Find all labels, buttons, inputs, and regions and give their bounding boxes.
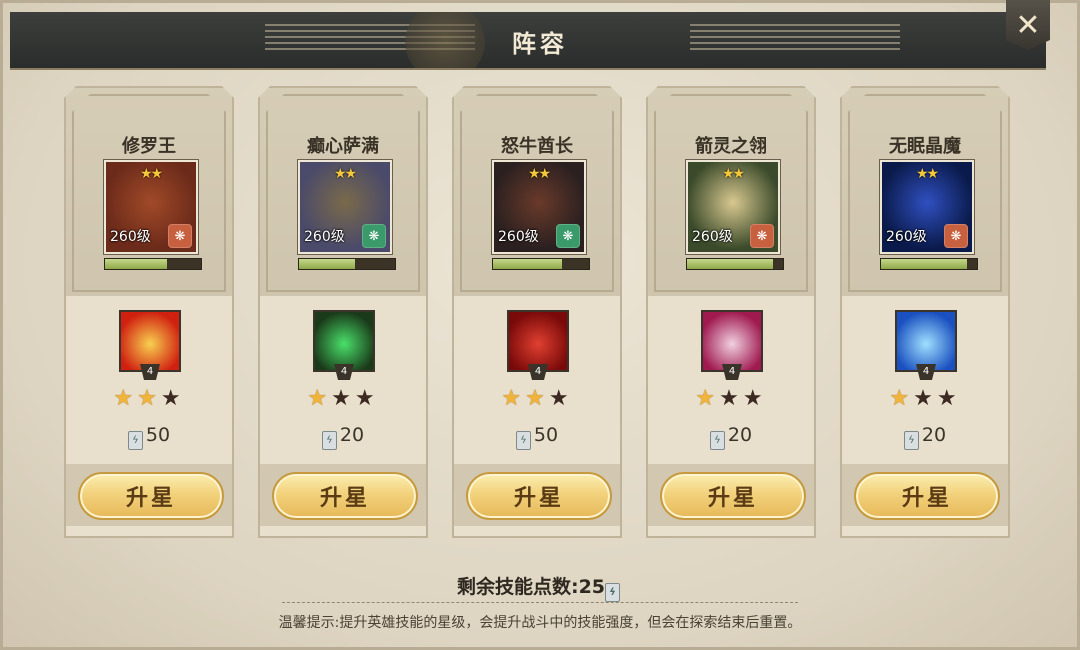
hero-level: 260级 xyxy=(304,229,345,245)
upgrade-star-button[interactable]: 升星 xyxy=(466,472,612,520)
skill-icon[interactable] xyxy=(313,310,375,372)
hero-name: 修罗王 xyxy=(122,136,176,157)
element-icon: ❋ xyxy=(944,224,968,248)
skill-point-icon: ϟ xyxy=(710,431,725,450)
upgrade-star-button[interactable]: 升星 xyxy=(854,472,1000,520)
upgrade-cost: ϟ 50 xyxy=(66,424,232,450)
skill-level: 4 xyxy=(528,364,548,380)
skill-star-filled-icon: ★ xyxy=(307,386,332,411)
skill-star-empty-icon: ★ xyxy=(742,386,767,411)
skill-points-label: 剩余技能点数:25 xyxy=(456,576,606,598)
hero-name: 怒牛酋长 xyxy=(501,136,573,157)
tip-text: 温馨提示:提升英雄技能的星级，会提升战斗中的技能强度，但会在探索结束后重置。 xyxy=(278,615,802,631)
hero-level: 260级 xyxy=(692,229,733,245)
skill-point-icon: ϟ xyxy=(128,431,143,450)
skill-star-empty-icon: ★ xyxy=(913,386,937,411)
cost-value: 20 xyxy=(727,424,753,446)
hero-star-icons: ★★ xyxy=(722,166,744,182)
skill-icon[interactable] xyxy=(895,310,957,372)
skill-point-icon: ϟ xyxy=(516,431,531,450)
skill-stars: ★★★ xyxy=(648,386,814,411)
hero-card: 无眠晶魔 ★★ 260级 ❋ 4 ★★★ ϟ 20 升星 xyxy=(840,86,1010,538)
skill-star-filled-icon: ★ xyxy=(137,386,161,411)
hero-star-icons: ★★ xyxy=(916,166,938,182)
element-icon: ❋ xyxy=(168,224,192,248)
hero-star-icons: ★★ xyxy=(528,166,550,182)
hero-card: 箭灵之翎 ★★ 260级 ❋ 4 ★★★ ϟ 20 升星 xyxy=(646,86,816,538)
cost-value: 50 xyxy=(533,424,559,446)
button-area: 升星 xyxy=(842,464,1008,526)
hero-progress-bar xyxy=(104,258,202,270)
skill-star-empty-icon: ★ xyxy=(548,386,573,411)
skill-point-icon: ϟ xyxy=(605,583,621,602)
skill-level: 4 xyxy=(334,364,354,380)
cost-value: 50 xyxy=(145,424,171,446)
skill-star-empty-icon: ★ xyxy=(331,386,355,411)
skill-star-filled-icon: ★ xyxy=(695,386,720,411)
hero-portrait[interactable]: ★★ 260级 ❋ xyxy=(298,160,392,254)
hero-portrait[interactable]: ★★ 260级 ❋ xyxy=(104,160,198,254)
element-icon: ❋ xyxy=(750,224,774,248)
skill-stars: ★★★ xyxy=(454,386,620,411)
remaining-skill-points: 剩余技能点数:25 ϟ xyxy=(0,572,1080,602)
skill-icon[interactable] xyxy=(701,310,763,372)
hero-progress-bar xyxy=(686,258,784,270)
skill-star-empty-icon: ★ xyxy=(354,386,379,411)
skill-point-icon: ϟ xyxy=(322,431,337,450)
upgrade-cost: ϟ 50 xyxy=(454,424,620,450)
hero-portrait[interactable]: ★★ 260级 ❋ xyxy=(492,160,586,254)
divider xyxy=(282,602,798,603)
skill-level: 4 xyxy=(916,364,936,380)
skill-star-empty-icon: ★ xyxy=(936,386,961,411)
hero-name: 癫心萨满 xyxy=(307,136,379,157)
hero-level: 260级 xyxy=(886,229,927,245)
hero-star-icons: ★★ xyxy=(334,166,356,182)
skill-level: 4 xyxy=(722,364,742,380)
element-icon: ❋ xyxy=(556,224,580,248)
cost-value: 20 xyxy=(339,424,365,446)
button-area: 升星 xyxy=(454,464,620,526)
skill-star-empty-icon: ★ xyxy=(719,386,743,411)
upgrade-cost: ϟ 20 xyxy=(648,424,814,450)
upgrade-cost: ϟ 20 xyxy=(260,424,426,450)
title-decoration-right xyxy=(690,24,900,54)
skill-stars: ★★★ xyxy=(260,386,426,411)
cost-value: 20 xyxy=(921,424,947,446)
hero-portrait[interactable]: ★★ 260级 ❋ xyxy=(686,160,780,254)
skill-point-icon: ϟ xyxy=(904,431,919,450)
hero-star-icons: ★★ xyxy=(140,166,162,182)
skill-star-filled-icon: ★ xyxy=(113,386,138,411)
skill-stars: ★★★ xyxy=(842,386,1008,411)
button-area: 升星 xyxy=(648,464,814,526)
element-icon: ❋ xyxy=(362,224,386,248)
skill-star-empty-icon: ★ xyxy=(160,386,185,411)
close-button[interactable]: ✕ xyxy=(1006,0,1050,50)
skill-icon[interactable] xyxy=(119,310,181,372)
page-title: 阵容 xyxy=(512,30,568,58)
hero-progress-bar xyxy=(298,258,396,270)
button-area: 升星 xyxy=(260,464,426,526)
upgrade-cost: ϟ 20 xyxy=(842,424,1008,450)
skill-star-filled-icon: ★ xyxy=(501,386,526,411)
hero-name: 箭灵之翎 xyxy=(695,136,767,157)
hero-portrait[interactable]: ★★ 260级 ❋ xyxy=(880,160,974,254)
hero-card: 修罗王 ★★ 260级 ❋ 4 ★★★ ϟ 50 升星 xyxy=(64,86,234,538)
hero-progress-bar xyxy=(492,258,590,270)
upgrade-star-button[interactable]: 升星 xyxy=(272,472,418,520)
skill-stars: ★★★ xyxy=(66,386,232,411)
skill-star-filled-icon: ★ xyxy=(889,386,914,411)
hero-level: 260级 xyxy=(498,229,539,245)
hero-card: 癫心萨满 ★★ 260级 ❋ 4 ★★★ ϟ 20 升星 xyxy=(258,86,428,538)
skill-level: 4 xyxy=(140,364,160,380)
close-icon: ✕ xyxy=(1015,7,1041,43)
upgrade-star-button[interactable]: 升星 xyxy=(78,472,224,520)
hero-progress-bar xyxy=(880,258,978,270)
hero-name: 无眠晶魔 xyxy=(889,136,961,157)
hero-level: 260级 xyxy=(110,229,151,245)
hero-card: 怒牛酋长 ★★ 260级 ❋ 4 ★★★ ϟ 50 升星 xyxy=(452,86,622,538)
upgrade-star-button[interactable]: 升星 xyxy=(660,472,806,520)
skill-icon[interactable] xyxy=(507,310,569,372)
button-area: 升星 xyxy=(66,464,232,526)
skill-star-filled-icon: ★ xyxy=(525,386,549,411)
